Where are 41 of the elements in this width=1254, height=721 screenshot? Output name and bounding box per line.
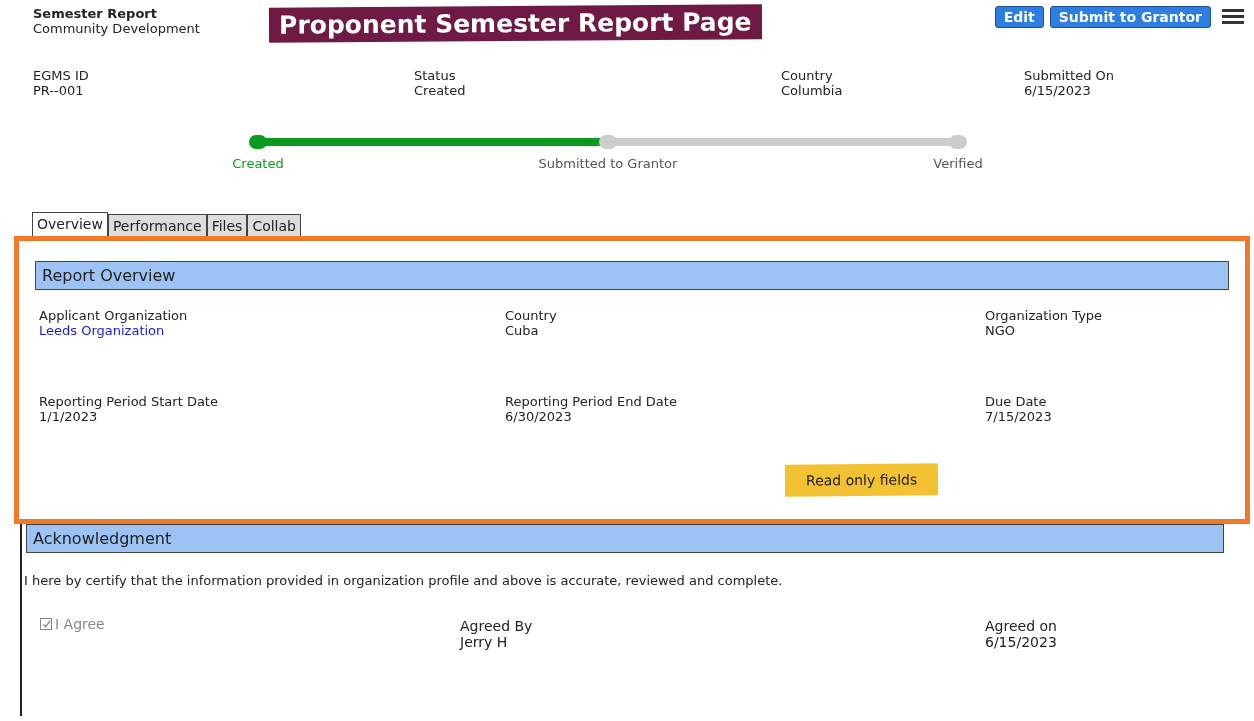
field-value: 6/15/2023 xyxy=(1024,83,1092,98)
field-value: PR--001 xyxy=(33,83,85,98)
field-label: Submitted On xyxy=(1024,68,1116,83)
page-title-banner: Proponent Semester Report Page xyxy=(268,4,762,43)
field-value: Jerry H xyxy=(460,634,509,650)
field-value: 1/1/2023 xyxy=(39,409,99,424)
step-label: Created xyxy=(232,156,284,171)
field-label: Country xyxy=(781,68,834,83)
field-value: Cuba xyxy=(505,323,540,338)
field-label: Organization Type xyxy=(985,308,1104,323)
field-label: Agreed on xyxy=(985,618,1058,634)
field-value: Created xyxy=(414,83,467,98)
field-label: Due Date xyxy=(985,394,1048,409)
menu-icon[interactable] xyxy=(1222,8,1244,26)
field-value: Columbia xyxy=(781,83,844,98)
step-label: Submitted to Grantor xyxy=(538,156,678,171)
report-title: Semester Report xyxy=(33,6,158,21)
field-label: Reporting Period Start Date xyxy=(39,394,219,409)
organization-link[interactable]: Leeds Organization xyxy=(39,323,165,338)
action-button[interactable]: Edit xyxy=(994,6,1044,28)
section-header: Acknowledgment xyxy=(26,524,1224,553)
field-label: EGMS ID xyxy=(33,68,90,83)
field-value: 6/30/2023 xyxy=(505,409,573,424)
tab[interactable]: Collab xyxy=(247,214,301,238)
field-label: Agreed By xyxy=(460,618,534,634)
action-button[interactable]: Submit to Grantor xyxy=(1049,6,1211,28)
report-subtitle: Community Development xyxy=(33,21,201,36)
certification-statement: I here by certify that the information provided in organization profile and above is accurate, reviewed and complete. xyxy=(23,572,784,588)
field-value: 6/15/2023 xyxy=(985,634,1058,650)
field-label: Applicant Organization xyxy=(39,308,189,323)
tab[interactable]: Overview xyxy=(32,212,108,238)
field-value: 7/15/2023 xyxy=(985,409,1053,424)
field-label: Reporting Period End Date xyxy=(505,394,678,409)
tab[interactable]: Performance xyxy=(107,214,207,238)
field-value: NGO xyxy=(985,323,1017,338)
field-label: Country xyxy=(505,308,558,323)
agree-label: I Agree xyxy=(55,616,105,632)
section-header: Report Overview xyxy=(35,261,1229,290)
sticky-note: Read only fields xyxy=(784,463,939,497)
step-label: Verified xyxy=(933,156,983,171)
field-label: Status xyxy=(414,68,457,83)
